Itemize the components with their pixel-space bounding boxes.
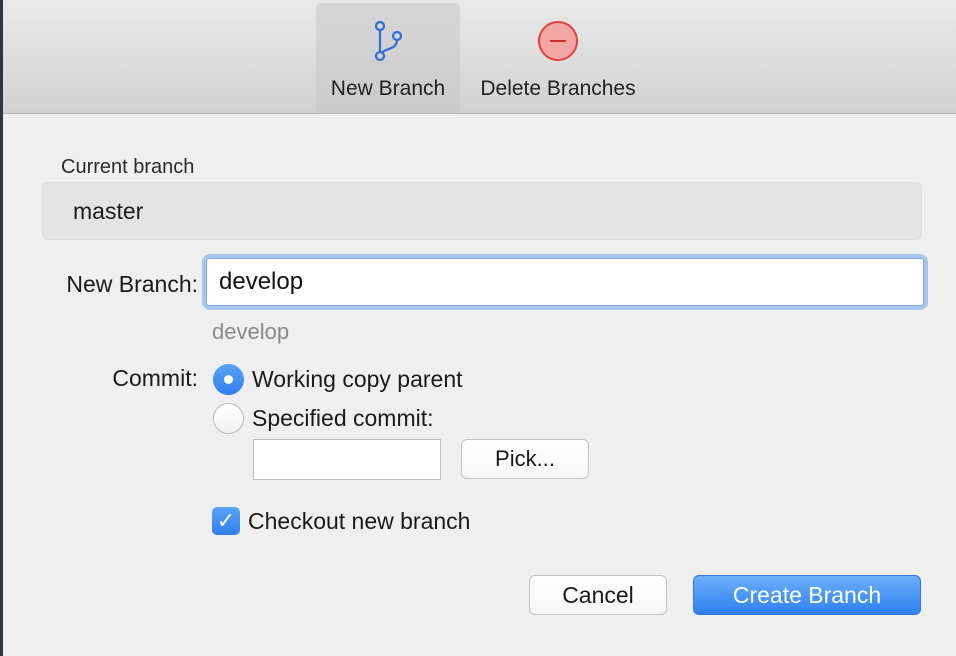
- checkout-new-branch-option[interactable]: ✓ Checkout new branch: [212, 504, 470, 538]
- tab-delete-branches[interactable]: Delete Branches: [463, 3, 653, 113]
- radio-button-selected[interactable]: [213, 363, 244, 395]
- checkout-new-branch-label: Checkout new branch: [248, 507, 471, 534]
- create-branch-dialog: New Branch Delete Branches Current branc…: [0, 0, 956, 656]
- tab-new-branch[interactable]: New Branch: [316, 3, 460, 113]
- branch-name-preview: develop: [212, 319, 290, 344]
- minus-circle-icon: [463, 19, 653, 63]
- branch-icon: [316, 19, 460, 63]
- create-branch-button[interactable]: Create Branch: [693, 575, 921, 615]
- radio-button-unselected[interactable]: [213, 402, 244, 434]
- new-branch-label: New Branch:: [66, 271, 198, 297]
- current-branch-value: master: [73, 198, 144, 224]
- toolbar: New Branch Delete Branches: [3, 0, 956, 114]
- tab-new-branch-label: New Branch: [330, 77, 446, 100]
- new-branch-input[interactable]: [206, 258, 924, 306]
- radio-working-copy-parent-label: Working copy parent: [252, 365, 463, 392]
- specified-commit-input[interactable]: [253, 439, 441, 480]
- current-branch-box: master: [42, 182, 922, 240]
- checkmark-icon[interactable]: ✓: [212, 507, 240, 535]
- new-branch-field-wrap: [206, 258, 924, 306]
- radio-working-copy-parent[interactable]: Working copy parent: [213, 362, 463, 396]
- radio-specified-commit-label: Specified commit:: [252, 404, 434, 431]
- dialog-content: Current branch master New Branch: develo…: [3, 114, 956, 656]
- tab-delete-branches-label: Delete Branches: [480, 77, 636, 100]
- cancel-button[interactable]: Cancel: [529, 575, 667, 615]
- radio-specified-commit[interactable]: Specified commit:: [213, 401, 434, 435]
- commit-label: Commit:: [112, 365, 198, 391]
- pick-commit-button[interactable]: Pick...: [461, 439, 589, 479]
- current-branch-label: Current branch: [61, 156, 195, 178]
